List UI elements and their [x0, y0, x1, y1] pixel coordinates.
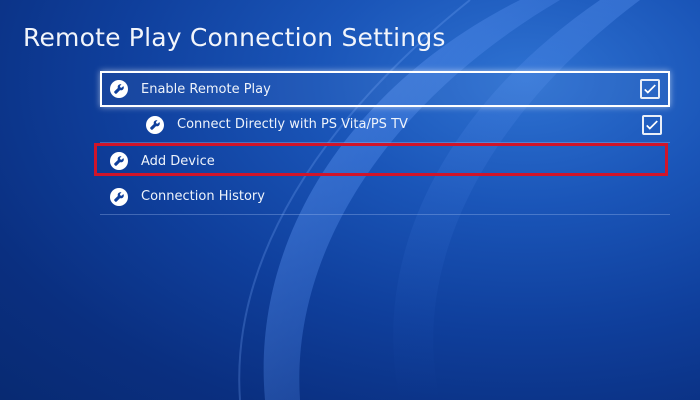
- setting-connection-history[interactable]: Connection History: [100, 179, 670, 215]
- setting-label: Connection History: [141, 189, 265, 204]
- setting-enable-remote-play[interactable]: Enable Remote Play: [100, 71, 670, 107]
- wrench-icon: [110, 80, 128, 98]
- wrench-icon: [146, 115, 164, 134]
- settings-list: Enable Remote Play Connect Directly with…: [94, 71, 670, 215]
- checkmark-icon: [646, 119, 658, 130]
- setting-label: Add Device: [141, 153, 215, 169]
- checkmark-icon: [644, 84, 656, 94]
- setting-connect-directly[interactable]: Connect Directly with PS Vita/PS TV: [100, 107, 670, 143]
- setting-label: Connect Directly with PS Vita/PS TV: [177, 117, 408, 132]
- page-title: Remote Play Connection Settings: [23, 23, 446, 52]
- setting-label: Enable Remote Play: [141, 81, 271, 97]
- setting-add-device[interactable]: Add Device: [94, 143, 670, 179]
- enable-remote-play-checkbox[interactable]: [640, 79, 660, 99]
- connect-directly-checkbox[interactable]: [642, 114, 662, 135]
- wrench-icon: [110, 187, 128, 206]
- wrench-icon: [110, 152, 128, 170]
